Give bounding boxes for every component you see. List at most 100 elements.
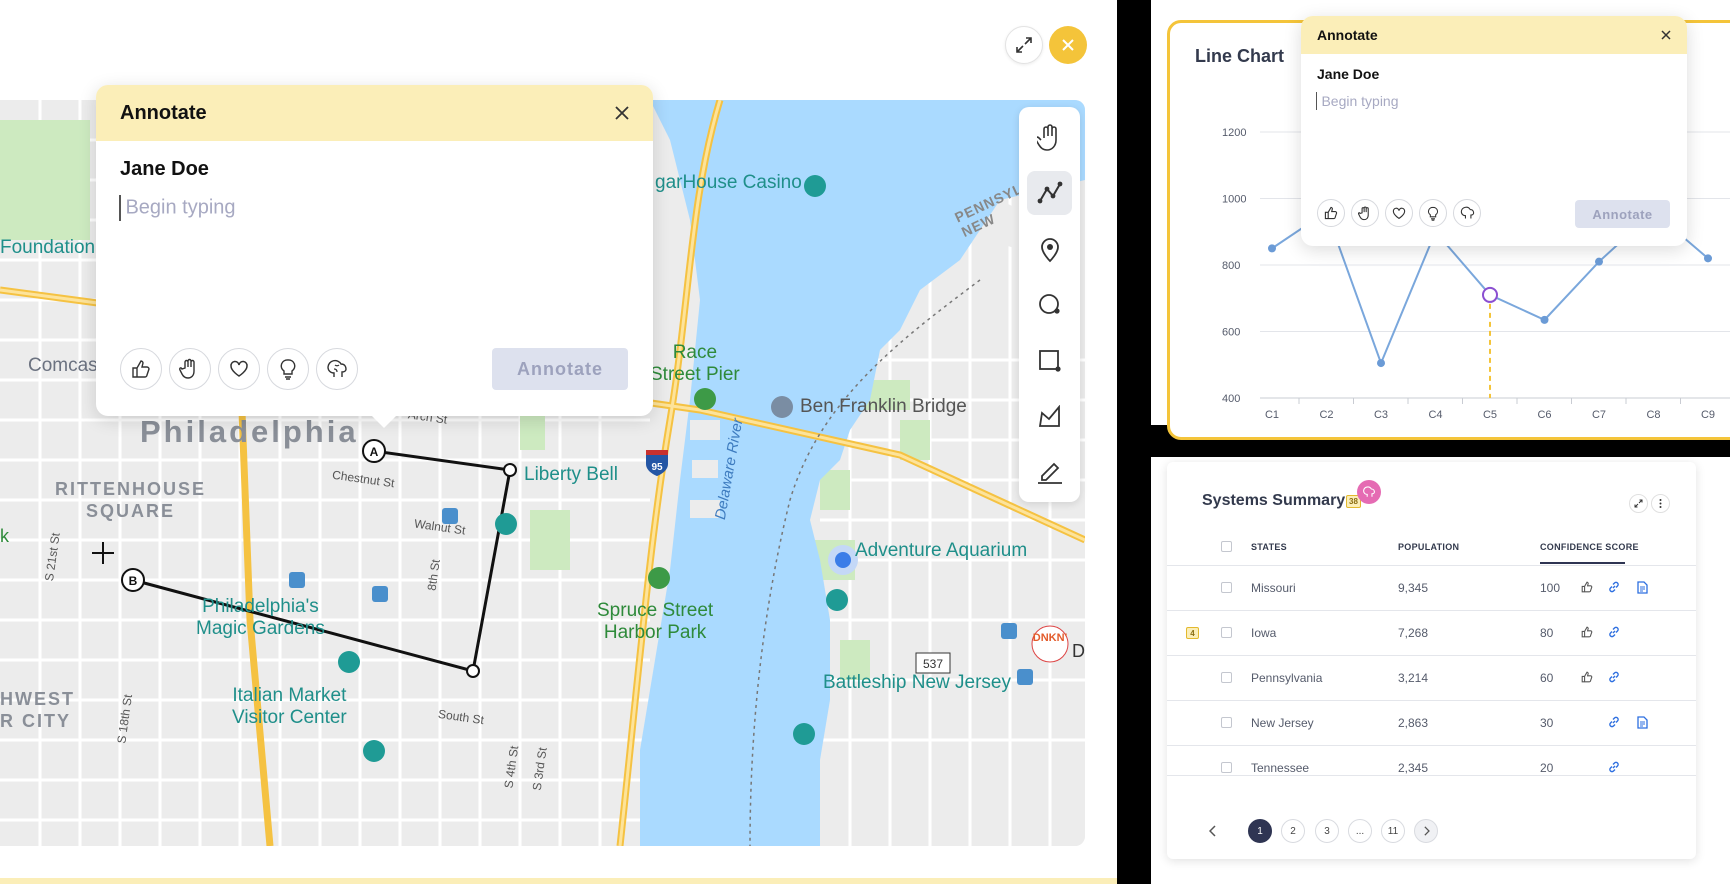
row-checkbox[interactable] — [1221, 717, 1232, 728]
tool-polyline[interactable] — [1027, 171, 1072, 215]
annotate-popup-close-button[interactable] — [615, 106, 629, 120]
thumbs-up-icon[interactable] — [1579, 669, 1595, 685]
map-label-battleship: Battleship New Jersey — [823, 672, 1011, 693]
tool-rectangle[interactable] — [1027, 339, 1072, 383]
row-state: Iowa — [1251, 626, 1277, 640]
row-score: 30 — [1540, 716, 1554, 730]
chart-annotate-popup-text-input[interactable]: Begin typing — [1316, 92, 1666, 172]
map-label-liberty-bell: Liberty Bell — [524, 464, 618, 485]
chart-reaction-thumbs-up[interactable] — [1317, 199, 1345, 227]
pen-icon — [1037, 462, 1062, 484]
map-label-aquarium: Adventure Aquarium — [855, 540, 1028, 561]
x-tick-label: C7 — [1592, 409, 1606, 421]
table-row[interactable]: Pennsylvania 3,214 60 — [1167, 655, 1696, 700]
row-checkbox[interactable] — [1221, 627, 1232, 638]
close-icon — [1062, 39, 1074, 51]
table-row[interactable]: Missouri 9,345 100 — [1167, 565, 1696, 610]
annotate-popup-user: Jane Doe — [120, 158, 209, 180]
close-map-button[interactable] — [1049, 26, 1087, 64]
column-header-states[interactable]: STATES — [1251, 542, 1287, 552]
pin-icon — [1040, 238, 1059, 263]
table-row[interactable]: Tennessee 2,345 20 — [1167, 745, 1696, 790]
chevron-right-icon — [1423, 826, 1430, 836]
pagination-page-3[interactable]: 3 — [1315, 819, 1339, 843]
annotate-submit-button[interactable]: Annotate — [492, 348, 628, 390]
chart-reaction-brain[interactable] — [1453, 199, 1481, 227]
link-icon[interactable] — [1606, 624, 1622, 640]
highlight-point — [1482, 286, 1498, 303]
y-tick-label: 400 — [1222, 393, 1240, 405]
pagination-next-button[interactable] — [1414, 819, 1438, 843]
heart-icon — [230, 360, 248, 377]
chart-annotate-popup-title: Annotate — [1317, 27, 1378, 43]
row-score: 80 — [1540, 626, 1554, 640]
row-state: Pennsylvania — [1251, 671, 1323, 685]
reaction-thumbs-up[interactable] — [120, 348, 162, 390]
line-chart-panel: 400 600 800 1000 1200 C1 C2 C3 C4 C5 C6 C7 C8 C9 Line… — [1151, 0, 1730, 440]
summary-more-button[interactable] — [1651, 494, 1670, 513]
row-checkbox[interactable] — [1221, 582, 1232, 593]
pagination-ellipsis: ... — [1348, 819, 1372, 843]
map-label-magic-gardens: Philadelphia's Magic Gardens — [196, 596, 325, 639]
expand-icon — [1634, 499, 1643, 508]
link-icon[interactable] — [1606, 669, 1622, 685]
column-header-population[interactable]: POPULATION — [1398, 542, 1459, 552]
column-header-confidence[interactable]: CONFIDENCE SCORE — [1540, 542, 1639, 552]
clap-icon — [179, 358, 195, 379]
row-comment-badge[interactable]: 4 — [1186, 627, 1199, 639]
map-label-spruce: Spruce Street Harbor Park — [597, 600, 714, 643]
pagination-page-11[interactable]: 11 — [1381, 819, 1405, 843]
document-icon[interactable] — [1634, 714, 1650, 730]
table-row[interactable]: New Jersey 2,863 30 — [1167, 700, 1696, 745]
chart-annotate-popup-close-button[interactable] — [1661, 30, 1671, 40]
point-b-marker[interactable]: B — [121, 568, 145, 592]
x-tick-label: C4 — [1428, 409, 1442, 421]
chart-reaction-heart[interactable] — [1385, 199, 1413, 227]
pagination-page-2[interactable]: 2 — [1281, 819, 1305, 843]
tool-polygon[interactable] — [1027, 395, 1072, 439]
x-tick-label: C6 — [1537, 409, 1551, 421]
tool-circle[interactable] — [1027, 283, 1072, 327]
reaction-lightbulb[interactable] — [267, 348, 309, 390]
chart-reaction-clap[interactable] — [1351, 199, 1379, 227]
link-icon[interactable] — [1606, 714, 1622, 730]
pagination-page-1[interactable]: 1 — [1248, 819, 1272, 843]
table-row[interactable]: 4 Iowa 7,268 80 — [1167, 610, 1696, 655]
point-a-label: A — [370, 445, 379, 459]
circle-icon — [1038, 294, 1060, 314]
clap-icon — [1357, 205, 1369, 220]
annotate-popup-placeholder: Begin typing — [125, 196, 236, 219]
point-a-marker[interactable]: A — [362, 439, 386, 463]
map-label-hwest: HWEST R CITY — [0, 689, 75, 731]
brain-icon — [327, 359, 347, 377]
summary-expand-button[interactable] — [1629, 494, 1648, 513]
systems-summary-panel: Systems Summary 38 STATES POPULATION CON… — [1151, 457, 1730, 884]
chart-annotate-submit-button[interactable]: Annotate — [1575, 200, 1670, 228]
annotate-popup-text-input[interactable]: Begin typing — [119, 195, 619, 315]
thumbs-up-icon[interactable] — [1579, 624, 1595, 640]
document-icon[interactable] — [1634, 579, 1650, 595]
chart-reaction-lightbulb[interactable] — [1419, 199, 1447, 227]
ai-insight-badge[interactable] — [1357, 480, 1381, 504]
map-label-italian-market: Italian Market Visitor Center — [232, 685, 347, 728]
expand-button[interactable] — [1005, 26, 1043, 64]
link-icon[interactable] — [1606, 579, 1622, 595]
select-all-checkbox[interactable] — [1221, 541, 1232, 552]
pagination-prev-button[interactable] — [1208, 824, 1217, 842]
row-checkbox[interactable] — [1221, 672, 1232, 683]
data-point — [1268, 244, 1276, 253]
tool-pan[interactable] — [1027, 116, 1072, 160]
systems-summary-card: Systems Summary 38 STATES POPULATION CON… — [1167, 462, 1696, 859]
link-icon[interactable] — [1606, 759, 1622, 775]
reaction-heart[interactable] — [218, 348, 260, 390]
thumbs-up-icon[interactable] — [1579, 579, 1595, 595]
row-score: 60 — [1540, 671, 1554, 685]
route-537-label: 537 — [923, 657, 943, 671]
tool-pin[interactable] — [1027, 228, 1072, 272]
annotate-popup: Annotate Jane Doe Begin typing Annotate — [96, 85, 653, 428]
reaction-clap[interactable] — [169, 348, 211, 390]
reaction-brain[interactable] — [316, 348, 358, 390]
thumbs-up-icon — [1324, 206, 1338, 220]
row-checkbox[interactable] — [1221, 762, 1232, 773]
tool-pen[interactable] — [1027, 450, 1072, 494]
